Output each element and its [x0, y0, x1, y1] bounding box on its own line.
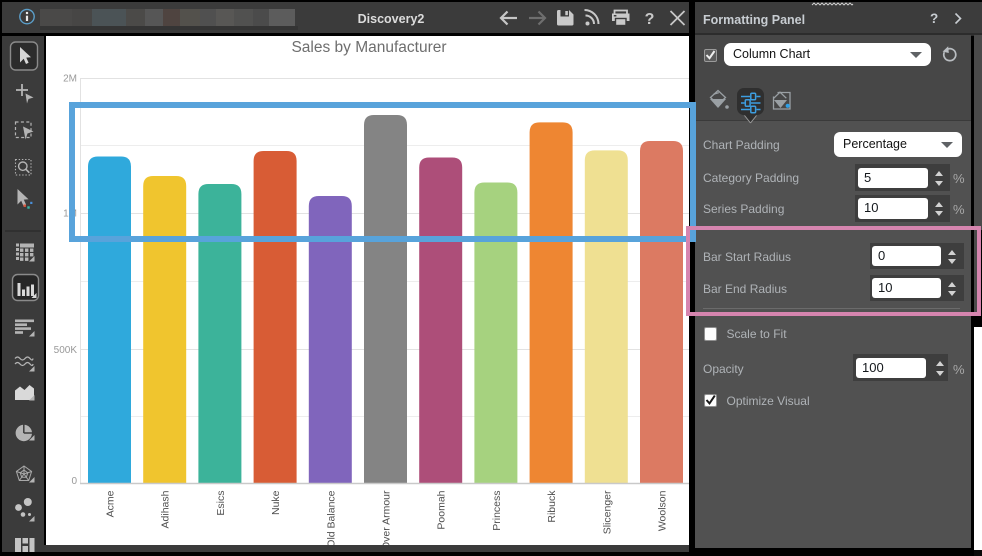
svg-text:Woolson: Woolson	[657, 490, 669, 531]
svg-text:Old Balance: Old Balance	[325, 490, 337, 545]
svg-text:Adihash: Adihash	[160, 490, 172, 528]
svg-text:Princess: Princess	[491, 491, 503, 531]
svg-text:Poomah: Poomah	[436, 490, 448, 529]
svg-text:Nuke: Nuke	[270, 490, 282, 515]
svg-text:Acme: Acme	[105, 490, 117, 517]
svg-text:Slicenger: Slicenger	[601, 490, 613, 534]
svg-text:Ribuck: Ribuck	[546, 490, 558, 523]
svg-text:Over Armour: Over Armour	[381, 490, 393, 545]
svg-text:0: 0	[71, 476, 77, 487]
svg-text:Esics: Esics	[215, 491, 227, 516]
svg-text:Sales by Manufacturer: Sales by Manufacturer	[291, 39, 446, 56]
svg-text:500K: 500K	[54, 345, 78, 356]
svg-text:2M: 2M	[63, 74, 77, 85]
